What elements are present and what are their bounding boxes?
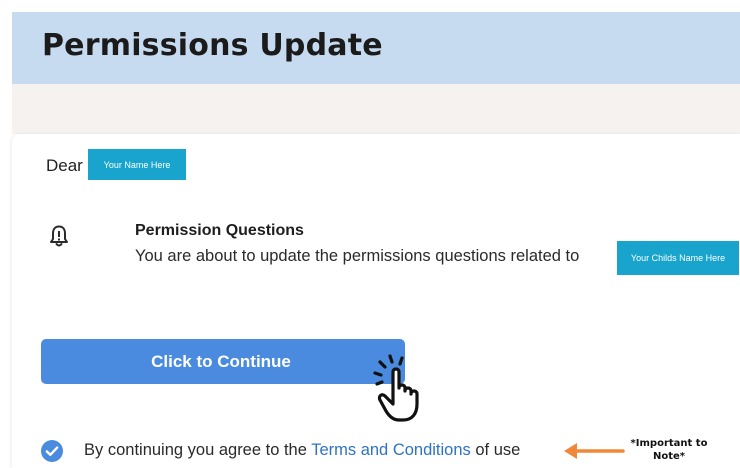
check-circle-icon[interactable] [40,439,64,463]
agreement-suffix: of use [475,441,521,459]
agreement-text: By continuing you agree to the Terms and… [84,441,520,460]
pointer-hand-icon [373,354,419,422]
continue-button[interactable]: Click to Continue [41,339,405,384]
important-note: *Important to Note* [630,438,708,462]
child-name-placeholder-chip: Your Childs Name Here [617,241,739,275]
terms-link[interactable]: Terms and Conditions [311,441,471,459]
header-banner: Permissions Update [12,12,740,84]
bell-icon [50,225,68,247]
permission-description: You are about to update the permissions … [135,247,580,265]
agreement-prefix: By continuing you agree to the [84,441,307,459]
divider-band [12,84,740,134]
page-title: Permissions Update [42,28,383,63]
name-placeholder-chip: Your Name Here [88,149,186,180]
left-arrow-icon [564,443,625,459]
permission-title: Permission Questions [135,222,304,239]
greeting-label: Dear [46,156,83,175]
